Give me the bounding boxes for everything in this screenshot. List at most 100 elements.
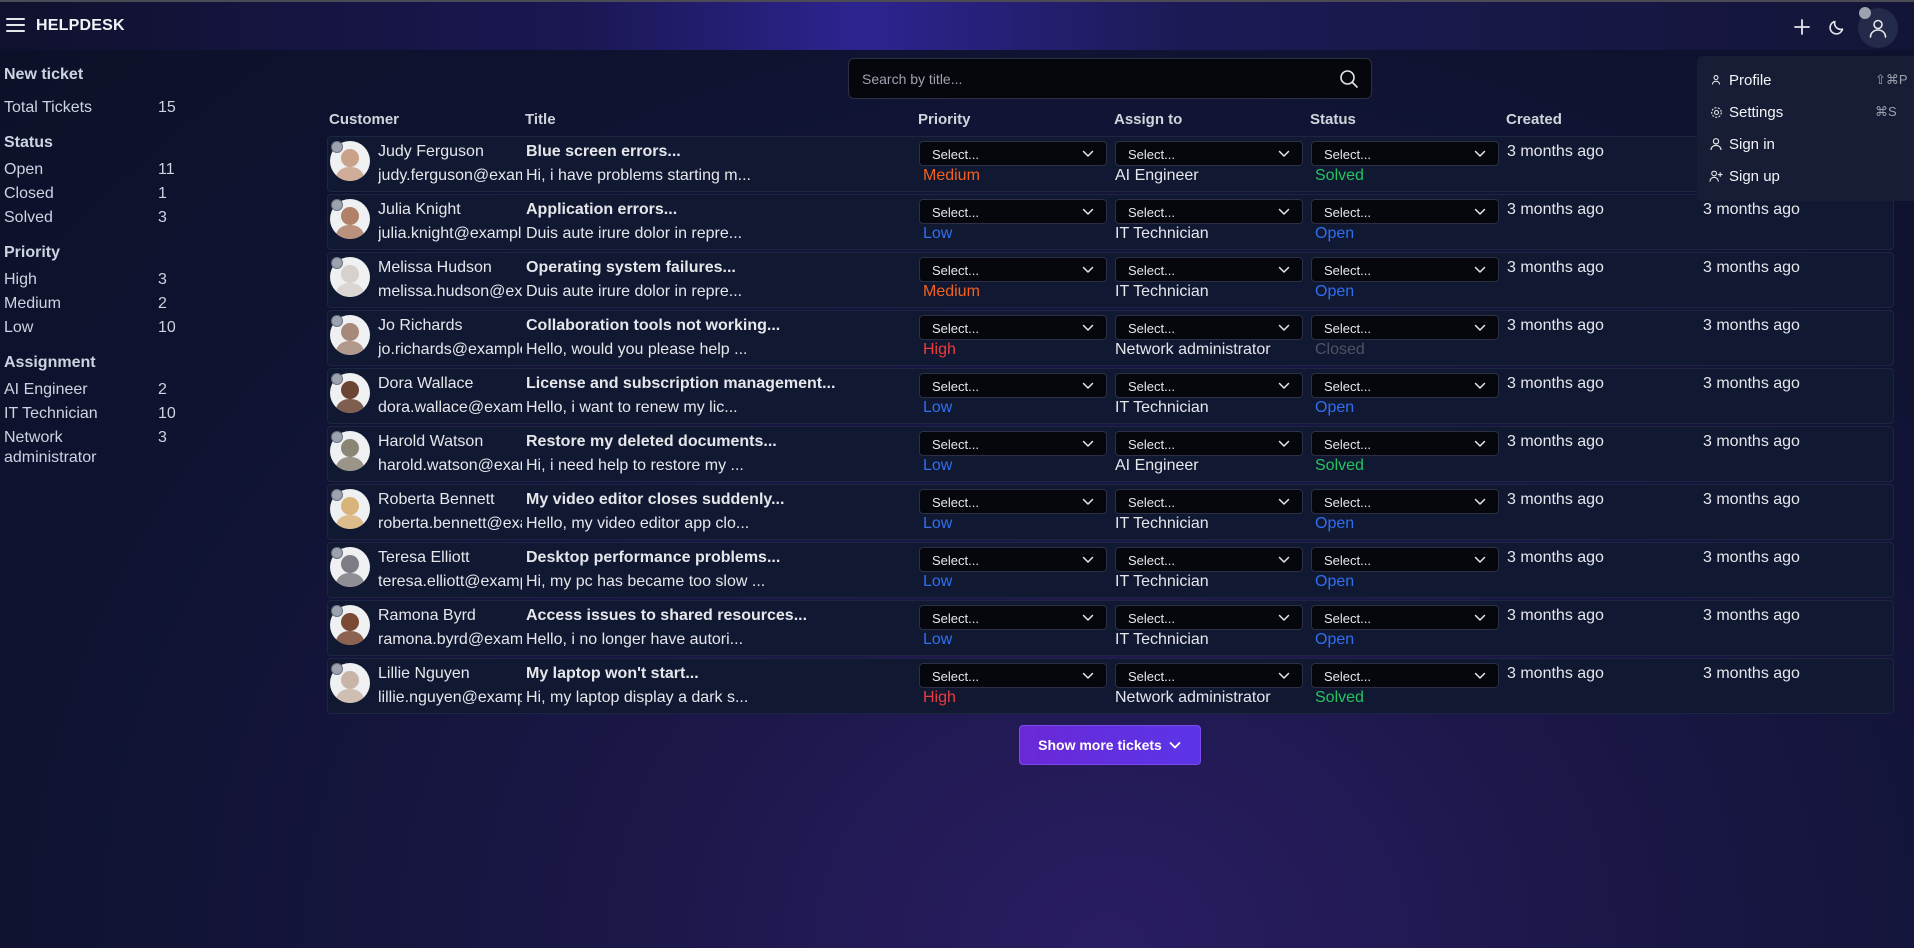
priority-select[interactable]: Select... bbox=[919, 663, 1107, 688]
ticket-title[interactable]: Restore my deleted documents... bbox=[526, 433, 777, 451]
customer-name: Roberta Bennett bbox=[378, 491, 495, 508]
table-row[interactable]: Jo Richards jo.richards@example.comCollab… bbox=[327, 310, 1894, 366]
status-select[interactable]: Select... bbox=[1311, 141, 1499, 166]
status-select[interactable]: Select... bbox=[1311, 431, 1499, 456]
ticket-title[interactable]: Desktop performance problems... bbox=[526, 549, 780, 567]
customer-email: lillie.nguyen@example.com bbox=[378, 689, 522, 706]
customer-status-dot bbox=[331, 315, 343, 327]
col-header-assign[interactable]: Assign to bbox=[1114, 111, 1182, 128]
new-ticket-link[interactable]: New ticket bbox=[4, 66, 194, 86]
sidebar: New ticket Total Tickets 15 Status Open 1… bbox=[4, 66, 194, 476]
col-header-priority[interactable]: Priority bbox=[918, 111, 971, 128]
ticket-title[interactable]: Collaboration tools not working... bbox=[526, 317, 780, 335]
menu-item-profile[interactable]: Profile ⇧⌘P bbox=[1697, 71, 1914, 103]
status-select[interactable]: Select... bbox=[1311, 489, 1499, 514]
search-input[interactable]: Search by title... bbox=[848, 58, 1372, 99]
priority-select[interactable]: Select... bbox=[919, 431, 1107, 456]
ticket-title[interactable]: Access issues to shared resources... bbox=[526, 607, 807, 625]
stat-priority-low[interactable]: Low 10 bbox=[4, 318, 194, 342]
assign-select[interactable]: Select... bbox=[1115, 199, 1303, 224]
col-header-status[interactable]: Status bbox=[1310, 111, 1356, 128]
menu-item-sign-in[interactable]: Sign in bbox=[1697, 135, 1914, 167]
status-select[interactable]: Select... bbox=[1311, 199, 1499, 224]
status-select[interactable]: Select... bbox=[1311, 315, 1499, 340]
priority-heading: Priority bbox=[4, 244, 61, 261]
assign-select[interactable]: Select... bbox=[1115, 489, 1303, 514]
search-icon[interactable] bbox=[1339, 69, 1359, 94]
hamburger-menu-icon[interactable] bbox=[6, 18, 25, 32]
table-row[interactable]: Julia Knight julia.knight@example.comAppl… bbox=[327, 194, 1894, 250]
assign-select[interactable]: Select... bbox=[1115, 547, 1303, 572]
assign-select[interactable]: Select... bbox=[1115, 141, 1303, 166]
stat-priority-medium[interactable]: Medium 2 bbox=[4, 294, 194, 318]
customer-name: Ramona Byrd bbox=[378, 607, 476, 624]
created-date: 3 months ago bbox=[1507, 201, 1604, 218]
table-row[interactable]: Harold Watson harold.watson@example.comRe… bbox=[327, 426, 1894, 482]
stat-total-tickets[interactable]: Total Tickets 15 bbox=[4, 98, 194, 122]
customer-name: Julia Knight bbox=[378, 201, 461, 218]
stat-assign-it-technician[interactable]: IT Technician 10 bbox=[4, 404, 194, 428]
ticket-title[interactable]: My laptop won't start... bbox=[526, 665, 699, 683]
ticket-title[interactable]: Operating system failures... bbox=[526, 259, 736, 277]
priority-select[interactable]: Select... bbox=[919, 605, 1107, 630]
stat-status-closed[interactable]: Closed 1 bbox=[4, 184, 194, 208]
priority-select[interactable]: Select... bbox=[919, 547, 1107, 572]
assign-value: AI Engineer bbox=[1115, 167, 1199, 184]
ticket-title[interactable]: Application errors... bbox=[526, 201, 677, 219]
ticket-title[interactable]: License and subscription management... bbox=[526, 375, 835, 393]
plus-icon[interactable] bbox=[1789, 14, 1815, 40]
priority-select[interactable]: Select... bbox=[919, 199, 1107, 224]
ticket-description: Hi, i need help to restore my ... bbox=[526, 457, 744, 474]
created-date: 3 months ago bbox=[1507, 433, 1604, 450]
status-value: Open bbox=[1315, 225, 1355, 242]
ticket-description: Hi, my pc has became too slow ... bbox=[526, 573, 766, 590]
menu-item-settings[interactable]: Settings ⌘S bbox=[1697, 103, 1914, 135]
priority-select[interactable]: Select... bbox=[919, 373, 1107, 398]
moon-icon[interactable] bbox=[1824, 14, 1850, 40]
show-more-button[interactable]: Show more tickets bbox=[1019, 725, 1201, 765]
priority-select[interactable]: Select... bbox=[919, 489, 1107, 514]
ticket-title[interactable]: My video editor closes suddenly... bbox=[526, 491, 784, 509]
col-header-title[interactable]: Title bbox=[525, 111, 556, 128]
ticket-title[interactable]: Blue screen errors... bbox=[526, 143, 681, 161]
status-value: Open bbox=[1315, 631, 1355, 648]
col-header-created[interactable]: Created bbox=[1506, 111, 1562, 128]
col-header-customer[interactable]: Customer bbox=[329, 111, 399, 128]
assign-select[interactable]: Select... bbox=[1115, 315, 1303, 340]
priority-select[interactable]: Select... bbox=[919, 141, 1107, 166]
ticket-description: Hello, i no longer have autori... bbox=[526, 631, 744, 648]
status-select[interactable]: Select... bbox=[1311, 257, 1499, 282]
table-row[interactable]: Ramona Byrd ramona.byrd@example.comAccess… bbox=[327, 600, 1894, 656]
stat-status-open[interactable]: Open 11 bbox=[4, 160, 194, 184]
table-row[interactable]: Roberta Bennett roberta.bennett@example.c… bbox=[327, 484, 1894, 540]
priority-select[interactable]: Select... bbox=[919, 257, 1107, 282]
status-select[interactable]: Select... bbox=[1311, 663, 1499, 688]
stat-priority-high[interactable]: High 3 bbox=[4, 270, 194, 294]
chevron-down-icon bbox=[1169, 742, 1181, 749]
assign-select[interactable]: Select... bbox=[1115, 257, 1303, 282]
updated-date: 3 months ago bbox=[1703, 433, 1800, 450]
stat-assign-network-admin[interactable]: Network administrator 3 bbox=[4, 428, 194, 476]
created-date: 3 months ago bbox=[1507, 491, 1604, 508]
stat-assign-ai-engineer[interactable]: AI Engineer 2 bbox=[4, 380, 194, 404]
customer-email: roberta.bennett@example.com bbox=[378, 515, 522, 532]
assign-select[interactable]: Select... bbox=[1115, 373, 1303, 398]
assign-select[interactable]: Select... bbox=[1115, 605, 1303, 630]
table-row[interactable]: Dora Wallace dora.wallace@example.comLice… bbox=[327, 368, 1894, 424]
customer-email: dora.wallace@example.com bbox=[378, 399, 522, 416]
customer-status-dot bbox=[331, 605, 343, 617]
assign-select[interactable]: Select... bbox=[1115, 431, 1303, 456]
customer-name: Jo Richards bbox=[378, 317, 463, 334]
menu-item-sign-up[interactable]: Sign up bbox=[1697, 167, 1914, 199]
assign-select[interactable]: Select... bbox=[1115, 663, 1303, 688]
table-row[interactable]: Judy Ferguson judy.ferguson@example.comBl… bbox=[327, 136, 1894, 192]
status-select[interactable]: Select... bbox=[1311, 605, 1499, 630]
assign-value: Network administrator bbox=[1115, 689, 1271, 706]
priority-select[interactable]: Select... bbox=[919, 315, 1107, 340]
table-row[interactable]: Teresa Elliott teresa.elliott@example.com… bbox=[327, 542, 1894, 598]
stat-status-solved[interactable]: Solved 3 bbox=[4, 208, 194, 232]
table-row[interactable]: Lillie Nguyen lillie.nguyen@example.comMy… bbox=[327, 658, 1894, 714]
status-select[interactable]: Select... bbox=[1311, 373, 1499, 398]
table-row[interactable]: Melissa Hudson melissa.hudson@example.com… bbox=[327, 252, 1894, 308]
status-select[interactable]: Select... bbox=[1311, 547, 1499, 572]
